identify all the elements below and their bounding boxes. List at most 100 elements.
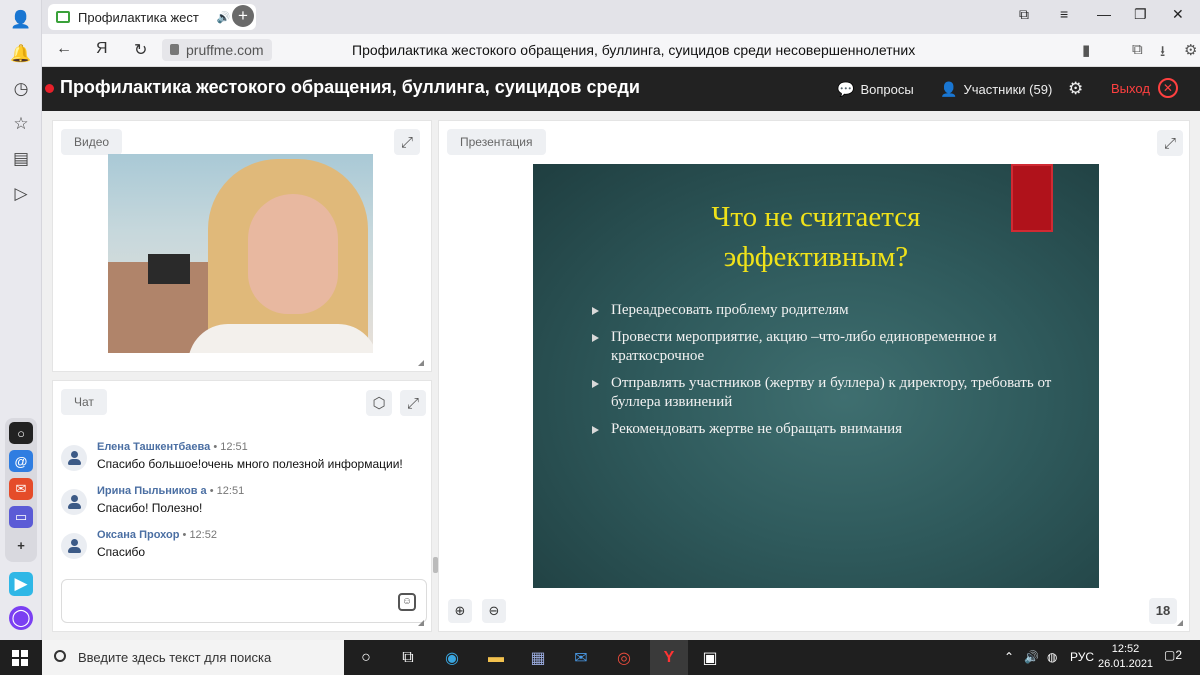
chat-author[interactable]: Оксана Прохор (97, 529, 179, 541)
restore-icon[interactable]: ❐ (1134, 6, 1147, 23)
mail-envelope-icon[interactable]: ✉ (9, 478, 33, 500)
zoom-out-icon[interactable]: ⊖ (482, 599, 506, 623)
download-icon[interactable]: ⭳ (1160, 41, 1165, 66)
chat-author[interactable]: Елена Ташкентбаева (97, 441, 210, 453)
task-view-icon[interactable]: ⧉ (394, 644, 422, 671)
speaker-icon[interactable]: 🔊 (217, 11, 231, 24)
slide-bullet: Провести мероприятие, акцию –что-либо ед… (591, 328, 1061, 366)
video-speaker-shirt (188, 324, 373, 353)
yandex-sidebar: 👤 🔔 ◷ ☆ ▤ ▷ ○ @ ✉ ▭ + ▶ ◯ (0, 0, 42, 640)
network-icon[interactable]: ◍ (1047, 650, 1057, 664)
tab-bar: Профилактика жест 🔊 ✕ + ⧉ ≡ — ❐ ✕ (42, 0, 1200, 34)
presentation-panel: Презентация ⤢ Что не считается эффективн… (438, 120, 1190, 632)
profile-icon[interactable]: 👤 (9, 8, 33, 32)
questions-label: Вопросы (860, 82, 914, 97)
alice-voice-icon[interactable]: ◯ (9, 606, 33, 630)
zen-icon[interactable]: ▶ (9, 572, 33, 596)
cortana-icon[interactable]: ○ (352, 644, 380, 671)
person-icon: 👤 (940, 81, 958, 97)
mail-at-icon[interactable]: @ (9, 450, 33, 472)
slide-page-number: 18 (1149, 598, 1177, 624)
mail-icon[interactable]: ✉ (567, 644, 595, 671)
url-text: pruffme.com (186, 42, 264, 58)
exit-button[interactable]: Выход ✕ (1111, 78, 1178, 98)
slide-bullet: Переадресовать проблему родителям (591, 301, 1061, 320)
chat-author[interactable]: Ирина Пыльников а (97, 485, 207, 497)
webinar-header: Профилактика жестокого обращения, буллин… (42, 67, 1200, 111)
chat-text: Спасибо! Полезно! (97, 501, 203, 515)
collections-icon[interactable]: ▤ (9, 147, 33, 171)
exit-icon: ✕ (1157, 78, 1178, 98)
tray-expand-icon[interactable]: ⌃ (1004, 650, 1014, 664)
avatar (61, 445, 87, 471)
chat-time: • 12:51 (209, 485, 245, 497)
chat-time: • 12:51 (213, 441, 248, 453)
edge-icon[interactable]: ◉ (438, 644, 466, 671)
bookmark-icon[interactable]: ▮ (1082, 41, 1090, 59)
store-icon[interactable]: ▦ (524, 644, 552, 671)
search-icon (54, 650, 66, 662)
new-tab-button[interactable]: + (232, 5, 254, 27)
extensions-icon[interactable]: ⚙ (1184, 41, 1197, 59)
participants-button[interactable]: 👤 Участники (59) (940, 81, 1052, 98)
yandex-browser-icon[interactable]: Y (650, 640, 688, 675)
clock-date: 26.01.2021 (1098, 658, 1154, 670)
browser-tab[interactable]: Профилактика жест 🔊 ✕ (48, 4, 256, 30)
chat-time: • 12:52 (182, 529, 217, 541)
chat-resize-handle[interactable] (418, 620, 424, 626)
settings-gear-icon[interactable]: ⚙ (1068, 79, 1083, 99)
cube-icon[interactable]: ⬡ (366, 390, 392, 416)
presentation-resize-handle[interactable] (1177, 620, 1183, 626)
menu-icon[interactable]: ≡ (1060, 6, 1068, 22)
emoji-icon[interactable]: ☺ (398, 593, 416, 611)
recording-dot-icon (45, 84, 54, 93)
file-explorer-icon[interactable]: ▬ (482, 644, 510, 671)
tab-favicon-icon (56, 11, 70, 23)
alice-app-icon[interactable]: ○ (9, 422, 33, 444)
chat-text: Спасибо (97, 545, 146, 559)
taskbar-search-box[interactable]: Введите здесь текст для поиска (42, 640, 344, 675)
chat-input[interactable] (61, 579, 427, 623)
slide-title-line: Что не считается (711, 201, 921, 233)
chat-expand-icon[interactable]: ⤢ (400, 390, 426, 416)
webcam-video (108, 154, 373, 353)
add-app-icon[interactable]: + (9, 534, 33, 556)
questions-button[interactable]: 💬 Вопросы (837, 81, 914, 98)
volume-icon[interactable]: 🔊 (1024, 650, 1039, 664)
video-play-icon[interactable]: ▷ (9, 182, 33, 206)
windows-start-icon[interactable] (12, 650, 28, 666)
chat-panel: Чат ⬡ ⤢ Елена Ташкентбаева • 12:51 Спаси… (52, 380, 438, 632)
lock-icon (170, 44, 179, 55)
slide-bullet-list: Переадресовать проблему родителям Провес… (591, 301, 1061, 447)
video-panel: Видео ⤢ (52, 120, 432, 372)
notifications-count: 2 (1175, 648, 1183, 662)
chrome-icon[interactable]: ◎ (610, 644, 638, 671)
terminal-icon[interactable]: ▣ (696, 644, 724, 671)
slide-title-line: эффективным? (723, 241, 909, 273)
slide-title: Что не считается эффективным? (533, 197, 1099, 277)
tab-title: Профилактика жест (78, 9, 199, 25)
windows-taskbar: Введите здесь текст для поиска ○ ⧉ ◉ ▬ ▦… (0, 640, 1200, 675)
language-indicator[interactable]: РУС (1070, 650, 1094, 664)
minimize-icon[interactable]: — (1097, 6, 1111, 22)
history-icon[interactable]: ◷ (9, 77, 33, 101)
close-window-icon[interactable]: ✕ (1172, 6, 1184, 23)
bell-icon[interactable]: 🔔 (9, 42, 33, 66)
reader-mode-icon[interactable]: ⧉ (1132, 41, 1143, 58)
back-arrow-icon[interactable]: ← (56, 40, 72, 58)
chat-text: Спасибо большое!очень много полезной инф… (97, 457, 403, 471)
notifications-button[interactable]: ▢2 (1164, 648, 1182, 662)
video-expand-icon[interactable]: ⤢ (394, 129, 420, 155)
taskbar-clock[interactable]: 12:52 26.01.2021 (1098, 642, 1153, 672)
presentation-expand-icon[interactable]: ⤢ (1157, 130, 1183, 156)
star-icon[interactable]: ☆ (9, 112, 33, 136)
zoom-in-icon[interactable]: ⊕ (448, 599, 472, 623)
address-bar: ← Я ↻ pruffme.com Профилактика жестокого… (42, 34, 1200, 67)
tabs-overview-icon[interactable]: ⧉ (1019, 6, 1029, 23)
video-resize-handle[interactable] (418, 360, 424, 366)
reload-icon[interactable]: ↻ (134, 40, 147, 60)
url-field[interactable]: pruffme.com (162, 39, 272, 61)
messenger-icon[interactable]: ▭ (9, 506, 33, 528)
yandex-logo-icon[interactable]: Я (96, 40, 108, 58)
clock-time: 12:52 (1111, 643, 1140, 655)
